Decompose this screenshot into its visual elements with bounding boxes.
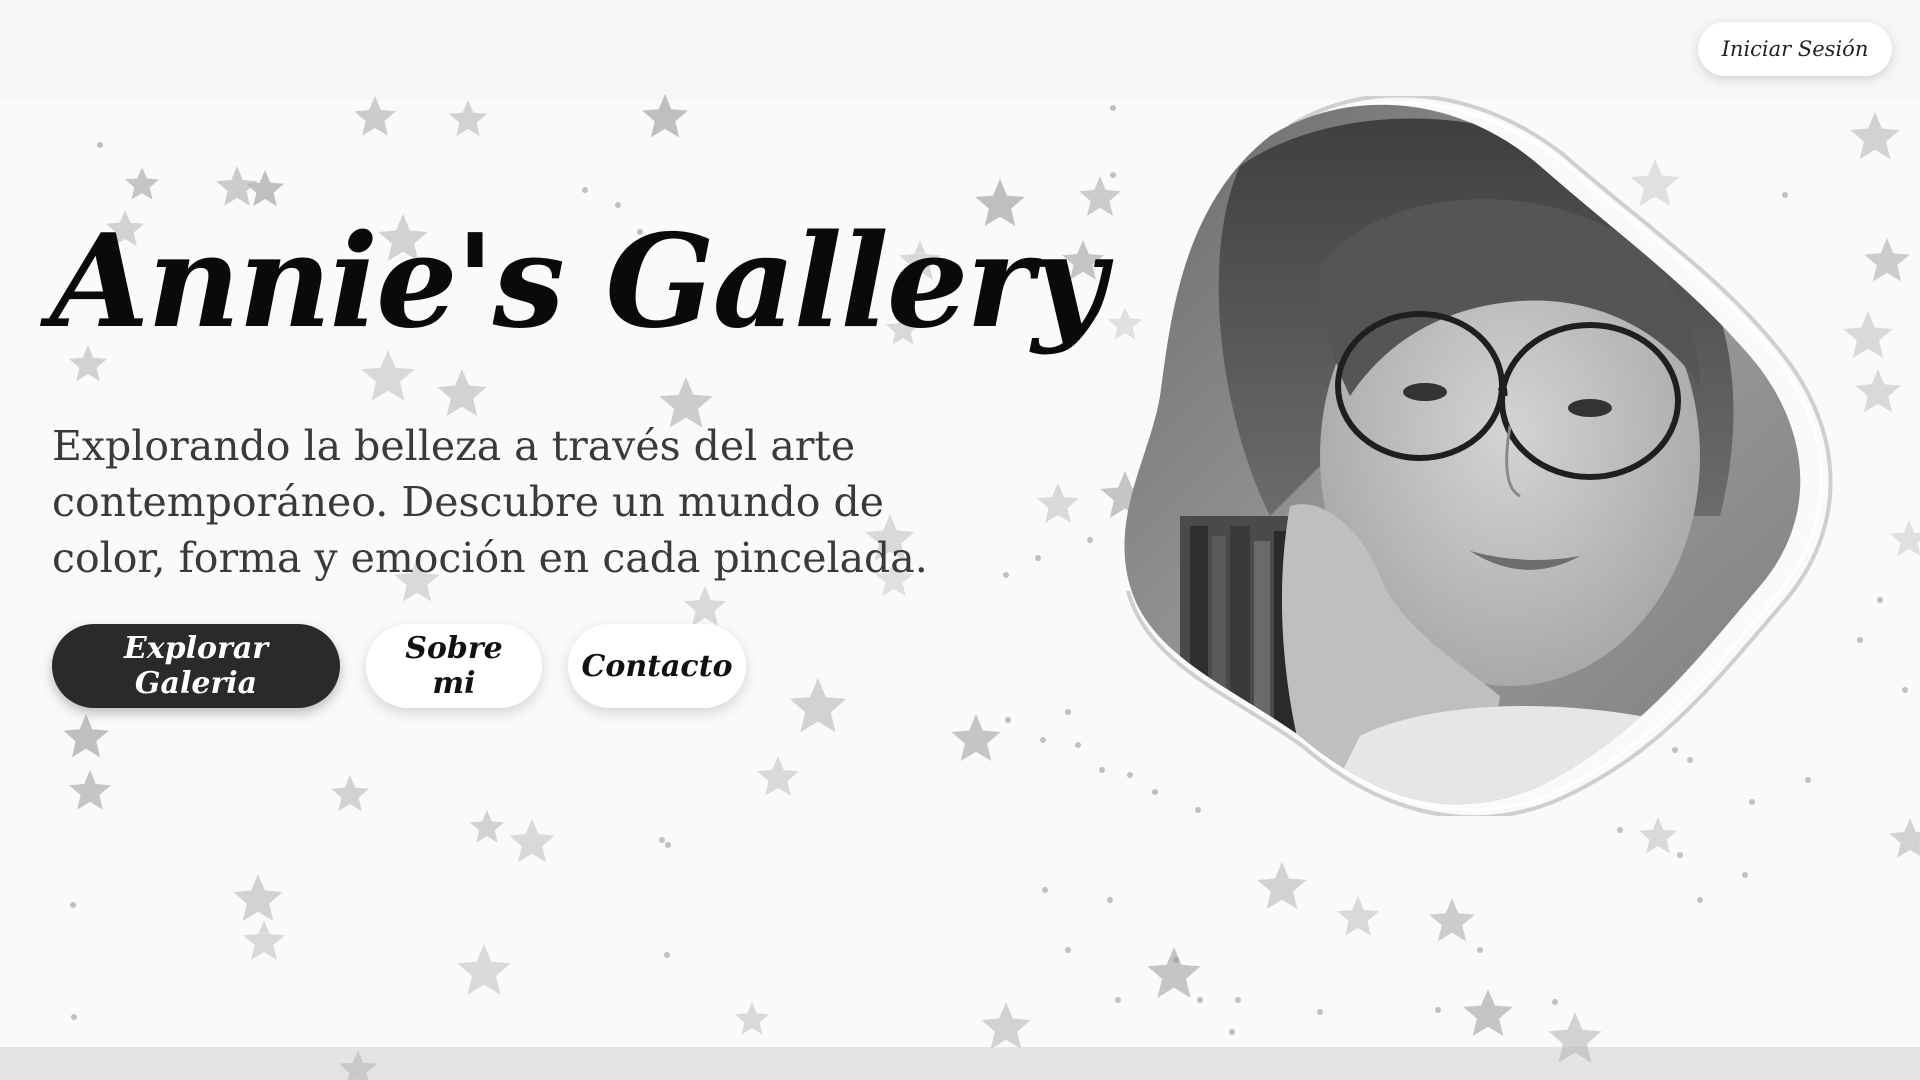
page-title: Annie's Gallery <box>50 207 1106 357</box>
about-me-button[interactable]: Sobre mi <box>366 624 542 708</box>
landing-page: Iniciar Sesión Annie's Gallery Explorand… <box>0 0 1920 1080</box>
hero-subtitle: Explorando la belleza a través del arte … <box>52 422 928 582</box>
footer-strip <box>0 1047 1920 1080</box>
login-button[interactable]: Iniciar Sesión <box>1698 22 1892 76</box>
explore-gallery-button[interactable]: Explorar Galeria <box>52 624 340 708</box>
contact-button[interactable]: Contacto <box>568 624 746 708</box>
portrait-frame <box>1120 93 1860 820</box>
top-bar <box>0 0 1920 100</box>
hero-actions: Explorar Galeria Sobre mi Contacto <box>52 624 746 708</box>
portrait-image <box>1124 93 1833 820</box>
